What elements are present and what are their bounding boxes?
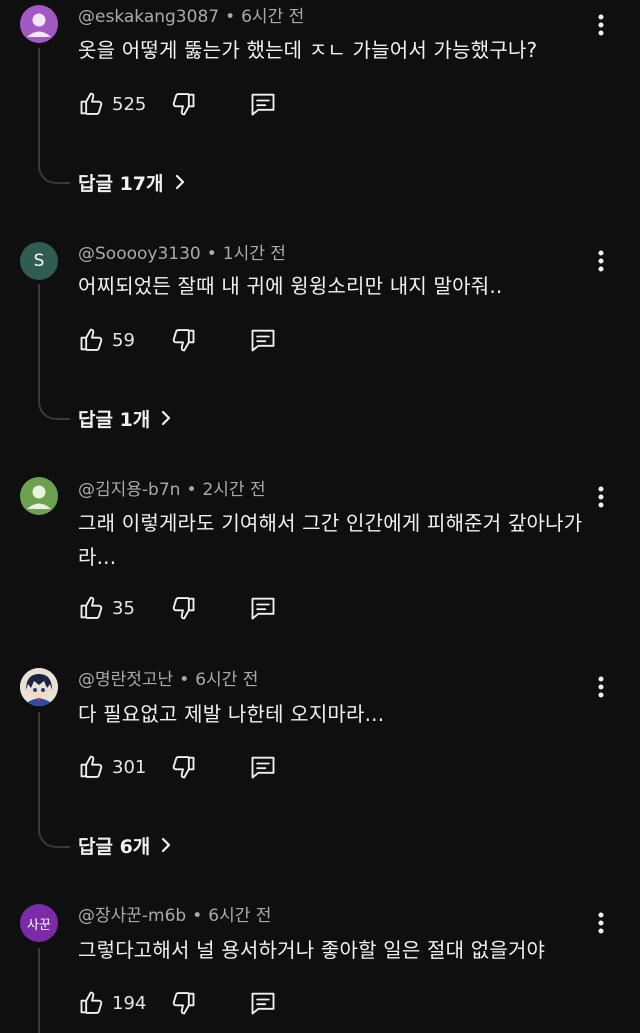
thumbs-up-icon xyxy=(80,755,103,778)
avatar[interactable]: 사꾼 xyxy=(20,904,58,942)
meta-separator: • xyxy=(179,670,190,690)
dislike-button[interactable] xyxy=(168,752,198,782)
comment-actions: 525 xyxy=(78,89,318,119)
comment-icon xyxy=(251,756,275,779)
default-user-icon xyxy=(27,13,51,37)
reply-button[interactable] xyxy=(248,988,278,1018)
meta-separator: • xyxy=(206,244,217,264)
comment-text: 옷을 어떻게 뚫는가 했는데 ㅈㄴ 가늘어서 가능했구나? xyxy=(78,38,538,62)
meta-separator: • xyxy=(225,7,236,27)
reply-button[interactable] xyxy=(248,325,278,355)
thumbs-down-icon xyxy=(172,992,195,1015)
like-count: 59 xyxy=(112,329,135,351)
comment-icon xyxy=(251,992,275,1015)
author-handle[interactable]: @명란젓고난 xyxy=(78,670,173,690)
thread-connector xyxy=(38,948,40,1033)
comment-text: 그래 이렇게라도 기여해서 그간 인간에게 피해준거 갚아나가라... xyxy=(78,511,583,569)
like-button[interactable]: 525 xyxy=(78,89,146,119)
replies-label: 답글 1개 xyxy=(78,408,151,431)
more-vertical-icon xyxy=(598,676,604,698)
thread-connector xyxy=(38,48,70,184)
thumbs-up-icon xyxy=(80,596,103,619)
dislike-button[interactable] xyxy=(168,325,198,355)
comment-time[interactable]: 1시간 전 xyxy=(223,244,286,264)
comment-text: 그렇다고해서 널 용서하거나 좋아할 일은 절대 없을거야 xyxy=(78,938,546,962)
thread-connector xyxy=(38,284,70,420)
more-vertical-icon xyxy=(598,912,604,934)
comment-actions: 194 xyxy=(78,988,318,1018)
avatar[interactable]: S xyxy=(20,242,58,280)
thumbs-down-icon xyxy=(172,93,195,116)
comment-meta: @Sooooy3130 • 1시간 전 xyxy=(78,243,286,265)
comment-icon xyxy=(251,93,275,116)
comment-time[interactable]: 6시간 전 xyxy=(241,7,304,27)
thumbs-up-icon xyxy=(80,92,103,115)
author-handle[interactable]: @장사꾼-m6b xyxy=(78,906,186,926)
avatar[interactable] xyxy=(20,5,58,43)
dislike-button[interactable] xyxy=(168,89,198,119)
thumbs-down-icon xyxy=(172,597,195,620)
avatar-text: 사꾼 xyxy=(27,917,51,933)
chevron-right-icon xyxy=(160,836,172,854)
thumbs-up-icon xyxy=(80,328,103,351)
meta-separator: • xyxy=(186,480,197,500)
comment-meta: @김지용-b7n • 2시간 전 xyxy=(78,479,266,501)
like-count: 525 xyxy=(112,93,147,115)
chevron-right-icon xyxy=(174,173,186,191)
comment-icon xyxy=(251,329,275,352)
avatar[interactable] xyxy=(20,668,58,706)
comment-meta: @명란젓고난 • 6시간 전 xyxy=(78,669,258,691)
replies-label: 답글 6개 xyxy=(78,835,151,858)
view-replies-button[interactable]: 답글 17개 xyxy=(78,168,186,196)
comment-text: 다 필요없고 제발 나한테 오지마라... xyxy=(78,702,385,726)
chevron-right-icon xyxy=(160,409,172,427)
like-count: 35 xyxy=(112,597,135,619)
thumbs-down-icon xyxy=(172,329,195,352)
like-button[interactable]: 301 xyxy=(78,752,146,782)
default-user-icon xyxy=(27,485,51,509)
dislike-button[interactable] xyxy=(168,593,198,623)
view-replies-button[interactable]: 답글 1개 xyxy=(78,404,172,432)
reply-button[interactable] xyxy=(248,89,278,119)
view-replies-button[interactable]: 답글 6개 xyxy=(78,831,172,859)
comment-meta: @eskakang3087 • 6시간 전 xyxy=(78,6,304,28)
comment-icon xyxy=(251,597,275,620)
comment-actions: 35 xyxy=(78,593,318,623)
meta-separator: • xyxy=(192,906,203,926)
comment-meta: @장사꾼-m6b • 6시간 전 xyxy=(78,905,271,927)
comment-actions: 301 xyxy=(78,752,318,782)
thumbs-down-icon xyxy=(172,756,195,779)
dislike-button[interactable] xyxy=(168,988,198,1018)
comment-text: 어찌되었든 잘때 내 귀에 윙윙소리만 내지 말아줘.. xyxy=(78,274,503,298)
like-count: 194 xyxy=(112,992,147,1014)
replies-label: 답글 17개 xyxy=(78,172,164,195)
like-count: 301 xyxy=(112,756,147,778)
author-handle[interactable]: @김지용-b7n xyxy=(78,480,180,500)
comment-actions: 59 xyxy=(78,325,318,355)
like-button[interactable]: 194 xyxy=(78,988,146,1018)
comment-time[interactable]: 2시간 전 xyxy=(202,480,265,500)
author-handle[interactable]: @Sooooy3130 xyxy=(78,244,201,264)
author-handle[interactable]: @eskakang3087 xyxy=(78,7,219,27)
like-button[interactable]: 35 xyxy=(78,593,135,623)
avatar[interactable] xyxy=(20,477,58,515)
avatar-letter: S xyxy=(33,251,45,271)
comment-time[interactable]: 6시간 전 xyxy=(195,670,258,690)
thread-connector xyxy=(38,712,70,848)
reply-button[interactable] xyxy=(248,593,278,623)
comment-time[interactable]: 6시간 전 xyxy=(208,906,271,926)
reply-button[interactable] xyxy=(248,752,278,782)
more-vertical-icon xyxy=(598,486,604,508)
like-button[interactable]: 59 xyxy=(78,325,135,355)
thumbs-up-icon xyxy=(80,991,103,1014)
anime-character-avatar-icon xyxy=(20,668,58,706)
